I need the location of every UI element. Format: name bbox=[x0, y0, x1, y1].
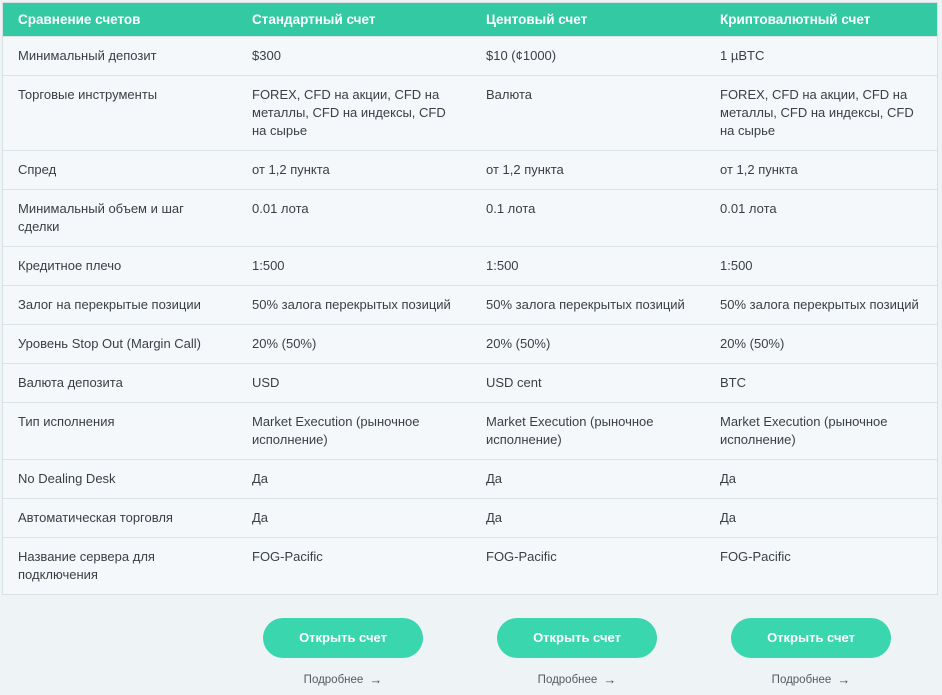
cta-cent: Открыть счет Подробнее → bbox=[497, 618, 657, 687]
header-comparison: Сравнение счетов bbox=[18, 12, 141, 27]
table-row: Кредитное плечо 1:500 1:500 1:500 bbox=[3, 247, 937, 286]
row-cell: USD bbox=[252, 375, 280, 390]
row-cell: FOG-Pacific bbox=[252, 549, 323, 564]
more-label: Подробнее bbox=[537, 673, 598, 686]
row-cell: USD cent bbox=[486, 375, 542, 390]
row-cell: FOREX, CFD на акции, CFD на металлы, CFD… bbox=[720, 87, 914, 138]
more-crypto-link[interactable]: Подробнее → bbox=[772, 672, 851, 687]
more-label: Подробнее bbox=[303, 673, 364, 686]
table-row: Уровень Stop Out (Margin Call) 20% (50%) 2… bbox=[3, 325, 937, 364]
table-row: Минимальный объем и шаг сделки 0.01 лота 0… bbox=[3, 190, 937, 247]
row-cell: от 1,2 пункта bbox=[252, 162, 330, 177]
cta-area: Открыть счет Подробнее → Открыть счет По… bbox=[0, 618, 942, 695]
table-row: Тип исполнения Market Execution (рыночное… bbox=[3, 403, 937, 460]
row-cell: BTC bbox=[720, 375, 746, 390]
row-cell: Market Execution (рыночное исполнение) bbox=[720, 414, 888, 447]
arrow-right-icon: → bbox=[603, 672, 617, 687]
more-standard-link[interactable]: Подробнее → bbox=[304, 672, 383, 687]
cta-crypto: Открыть счет Подробнее → bbox=[731, 618, 891, 687]
table-row: Автоматическая торговля Да Да Да bbox=[3, 499, 937, 538]
open-standard-account-button[interactable]: Открыть счет bbox=[263, 618, 423, 658]
row-label: Торговые инструменты bbox=[18, 87, 158, 102]
row-label: Название сервера для подключения bbox=[18, 549, 155, 582]
table-row: No Dealing Desk Да Да Да bbox=[3, 460, 937, 499]
cta-standard: Открыть счет Подробнее → bbox=[263, 618, 423, 687]
row-cell: 20% (50%) bbox=[252, 336, 317, 351]
row-cell: 20% (50%) bbox=[486, 336, 551, 351]
table-row: Минимальный депозит $300 $10 (¢1000) 1 µBTC bbox=[3, 37, 937, 76]
table-row: Залог на перекрытые позиции 50% залога пе… bbox=[3, 286, 937, 325]
row-cell: Да bbox=[720, 510, 737, 525]
open-crypto-account-button[interactable]: Открыть счет bbox=[731, 618, 891, 658]
row-cell: Да bbox=[252, 471, 269, 486]
row-cell: Да bbox=[252, 510, 269, 525]
row-cell: 1:500 bbox=[486, 258, 519, 273]
row-cell: 0.1 лота bbox=[486, 201, 536, 216]
row-cell: FOG-Pacific bbox=[720, 549, 791, 564]
more-label: Подробнее bbox=[771, 673, 832, 686]
row-cell: Market Execution (рыночное исполнение) bbox=[252, 414, 420, 447]
row-cell: 20% (50%) bbox=[720, 336, 785, 351]
row-cell: Да bbox=[720, 471, 737, 486]
row-label: Кредитное плечо bbox=[18, 258, 122, 273]
row-label: Минимальный депозит bbox=[18, 48, 157, 63]
row-cell: Да bbox=[486, 471, 503, 486]
row-cell: 50% залога перекрытых позиций bbox=[252, 297, 451, 312]
row-cell: FOG-Pacific bbox=[486, 549, 557, 564]
header-standard: Стандартный счет bbox=[252, 12, 376, 27]
row-cell: 1:500 bbox=[720, 258, 753, 273]
row-cell: 50% залога перекрытых позиций bbox=[720, 297, 919, 312]
table-row: Валюта депозита USD USD cent BTC bbox=[3, 364, 937, 403]
row-label: No Dealing Desk bbox=[18, 471, 116, 486]
open-cent-account-button[interactable]: Открыть счет bbox=[497, 618, 657, 658]
row-cell: FOREX, CFD на акции, CFD на металлы, CFD… bbox=[252, 87, 446, 138]
row-cell: от 1,2 пункта bbox=[486, 162, 564, 177]
row-label: Спред bbox=[18, 162, 57, 177]
account-comparison-table: Сравнение счетов Стандартный счет Центов… bbox=[2, 2, 938, 595]
more-cent-link[interactable]: Подробнее → bbox=[538, 672, 617, 687]
row-label: Валюта депозита bbox=[18, 375, 123, 390]
row-cell: $10 (¢1000) bbox=[486, 48, 557, 63]
row-cell: Market Execution (рыночное исполнение) bbox=[486, 414, 654, 447]
row-cell: $300 bbox=[252, 48, 281, 63]
row-label: Тип исполнения bbox=[18, 414, 115, 429]
table-header: Сравнение счетов Стандартный счет Центов… bbox=[3, 3, 937, 37]
header-crypto: Криптовалютный счет bbox=[720, 12, 871, 27]
row-label: Уровень Stop Out (Margin Call) bbox=[18, 336, 202, 351]
row-label: Минимальный объем и шаг сделки bbox=[18, 201, 184, 234]
row-cell: 0.01 лота bbox=[720, 201, 777, 216]
header-cent: Центовый счет bbox=[486, 12, 588, 27]
table-row: Спред от 1,2 пункта от 1,2 пункта от 1,2 пу… bbox=[3, 151, 937, 190]
table-row: Торговые инструменты FOREX, CFD на акции,… bbox=[3, 76, 937, 151]
row-cell: 0.01 лота bbox=[252, 201, 309, 216]
row-label: Автоматическая торговля bbox=[18, 510, 173, 525]
row-cell: Да bbox=[486, 510, 503, 525]
row-cell: Валюта bbox=[486, 87, 532, 102]
arrow-right-icon: → bbox=[837, 672, 851, 687]
table-row: Название сервера для подключения FOG-Paci… bbox=[3, 538, 937, 594]
row-cell: от 1,2 пункта bbox=[720, 162, 798, 177]
row-cell: 1:500 bbox=[252, 258, 285, 273]
row-cell: 50% залога перекрытых позиций bbox=[486, 297, 685, 312]
row-cell: 1 µBTC bbox=[720, 48, 765, 63]
row-label: Залог на перекрытые позиции bbox=[18, 297, 201, 312]
arrow-right-icon: → bbox=[369, 672, 383, 687]
table-body: Минимальный депозит $300 $10 (¢1000) 1 µBTC… bbox=[3, 37, 937, 594]
